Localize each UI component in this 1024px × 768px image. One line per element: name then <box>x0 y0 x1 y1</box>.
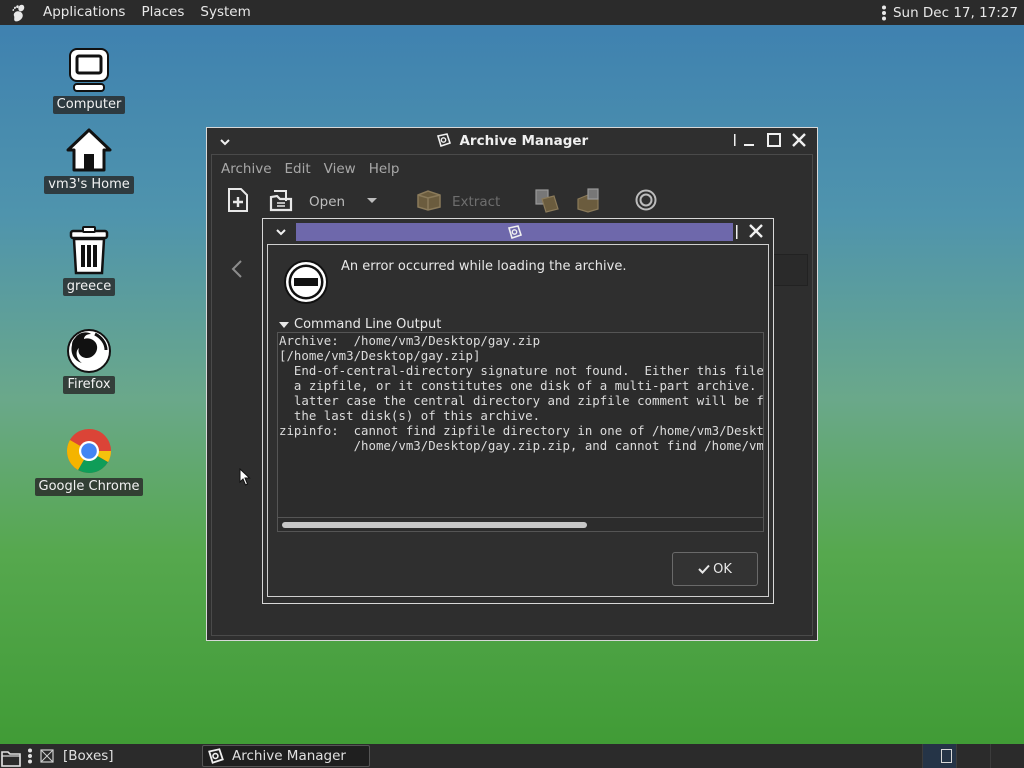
archive-manager-app-icon <box>208 748 224 764</box>
dialog-separator-icon <box>736 225 738 239</box>
open-dropdown-arrow-icon[interactable] <box>366 197 378 205</box>
menu-places[interactable]: Places <box>133 0 192 25</box>
output-line: zipinfo: cannot find zipfile directory i… <box>279 423 764 438</box>
top-panel: Applications Places System Sun Dec 17, 1… <box>0 0 1024 25</box>
error-dialog: An error occurred while loading the arch… <box>262 218 774 604</box>
clock[interactable]: Sun Dec 17, 17:27 <box>893 5 1018 21</box>
task-archive-manager[interactable]: Archive Manager <box>202 745 370 767</box>
panel-menu-dots-icon[interactable] <box>881 5 887 21</box>
menu-system[interactable]: System <box>192 0 258 25</box>
dialog-content: An error occurred while loading the arch… <box>267 244 769 597</box>
desktop-icon-label: Computer <box>52 96 126 114</box>
desktop-icon-label: Firefox <box>63 376 115 394</box>
output-line: /home/vm3/Desktop/gay.zip.zip, and canno… <box>353 438 764 453</box>
output-line: [/home/vm3/Desktop/gay.zip] <box>279 348 481 363</box>
extract-icon <box>417 190 441 211</box>
ok-label: OK <box>713 561 732 577</box>
workspace-1[interactable] <box>922 744 956 768</box>
desktop-icon-computer[interactable]: Computer <box>34 46 144 114</box>
chrome-icon <box>67 429 111 473</box>
task-boxes[interactable]: [Boxes] <box>38 745 198 767</box>
output-line: End-of-central-directory signature not f… <box>279 363 764 378</box>
gnome-foot-icon[interactable] <box>8 2 30 24</box>
task-label: [Boxes] <box>63 748 114 764</box>
expander-label: Command Line Output <box>294 317 442 332</box>
trash-icon <box>69 226 109 275</box>
panel-handle-icon[interactable] <box>27 748 33 764</box>
home-icon <box>66 128 112 172</box>
window-titlebar[interactable]: Archive Manager <box>207 128 817 154</box>
archive-manager-app-icon <box>507 225 523 239</box>
checkmark-icon <box>698 564 710 574</box>
error-icon <box>284 260 328 304</box>
menu-edit[interactable]: Edit <box>280 161 316 177</box>
toolbar: Open Extract <box>212 183 812 223</box>
dialog-titlebar[interactable] <box>263 219 773 244</box>
bottom-panel: [Boxes] Archive Manager <box>0 744 1024 768</box>
workspace-window-thumb <box>941 749 952 763</box>
stop-icon <box>635 189 657 211</box>
new-archive-icon[interactable] <box>226 187 250 213</box>
task-label: Archive Manager <box>232 748 346 764</box>
add-files-icon <box>535 189 559 213</box>
desktop-icon-home[interactable]: vm3's Home <box>34 126 144 194</box>
show-desktop-icon[interactable] <box>1 747 21 767</box>
output-line: latter case the central directory and zi… <box>279 393 764 408</box>
open-archive-icon[interactable] <box>268 187 294 213</box>
dialog-title-bar[interactable] <box>296 223 733 241</box>
extract-files-icon <box>577 188 599 213</box>
scrollbar-thumb[interactable] <box>282 522 587 528</box>
archive-manager-app-icon <box>436 133 451 147</box>
firefox-icon <box>67 329 111 373</box>
expander-arrow-icon <box>279 321 289 328</box>
command-line-output-expander[interactable]: Command Line Output <box>279 317 441 332</box>
menu-view[interactable]: View <box>319 161 361 177</box>
open-button[interactable]: Open <box>309 194 345 210</box>
desktop-icon-trash[interactable]: greece <box>34 226 144 296</box>
error-message: An error occurred while loading the arch… <box>341 259 627 274</box>
desktop-icon-chrome[interactable]: Google Chrome <box>34 426 144 496</box>
back-arrow-icon[interactable] <box>230 259 244 279</box>
menu-applications[interactable]: Applications <box>35 0 133 25</box>
menubar: Archive Edit View Help <box>212 155 812 183</box>
menu-archive[interactable]: Archive <box>216 161 277 177</box>
close-icon[interactable] <box>791 132 807 148</box>
desktop-icon-firefox[interactable]: Firefox <box>34 328 144 394</box>
desktop-icon-label: Google Chrome <box>34 478 144 496</box>
desktop-icon-label: vm3's Home <box>44 176 134 194</box>
window-title: Archive Manager <box>459 133 589 149</box>
dialog-close-icon[interactable] <box>748 223 764 239</box>
workspace-3[interactable] <box>990 744 1024 768</box>
dialog-menu-chevron-icon[interactable] <box>274 226 288 238</box>
extract-button: Extract <box>452 194 501 210</box>
mouse-cursor-icon <box>239 468 251 486</box>
menu-help[interactable]: Help <box>364 161 405 177</box>
ok-button[interactable]: OK <box>672 552 758 586</box>
workspace-2[interactable] <box>956 744 990 768</box>
output-line: a zipfile, or it constitutes one disk of… <box>279 378 764 393</box>
boxes-window-icon <box>40 749 54 763</box>
horizontal-scrollbar[interactable] <box>278 517 763 531</box>
computer-icon <box>69 48 109 92</box>
command-output-textview[interactable]: Archive: /home/vm3/Desktop/gay.zip [/hom… <box>277 332 764 532</box>
output-line: the last disk(s) of this archive. <box>279 408 541 423</box>
output-line: Archive: /home/vm3/Desktop/gay.zip <box>279 333 541 348</box>
maximize-icon[interactable] <box>766 132 782 148</box>
minimize-icon[interactable] <box>741 132 757 148</box>
desktop-icon-label: greece <box>62 278 116 296</box>
